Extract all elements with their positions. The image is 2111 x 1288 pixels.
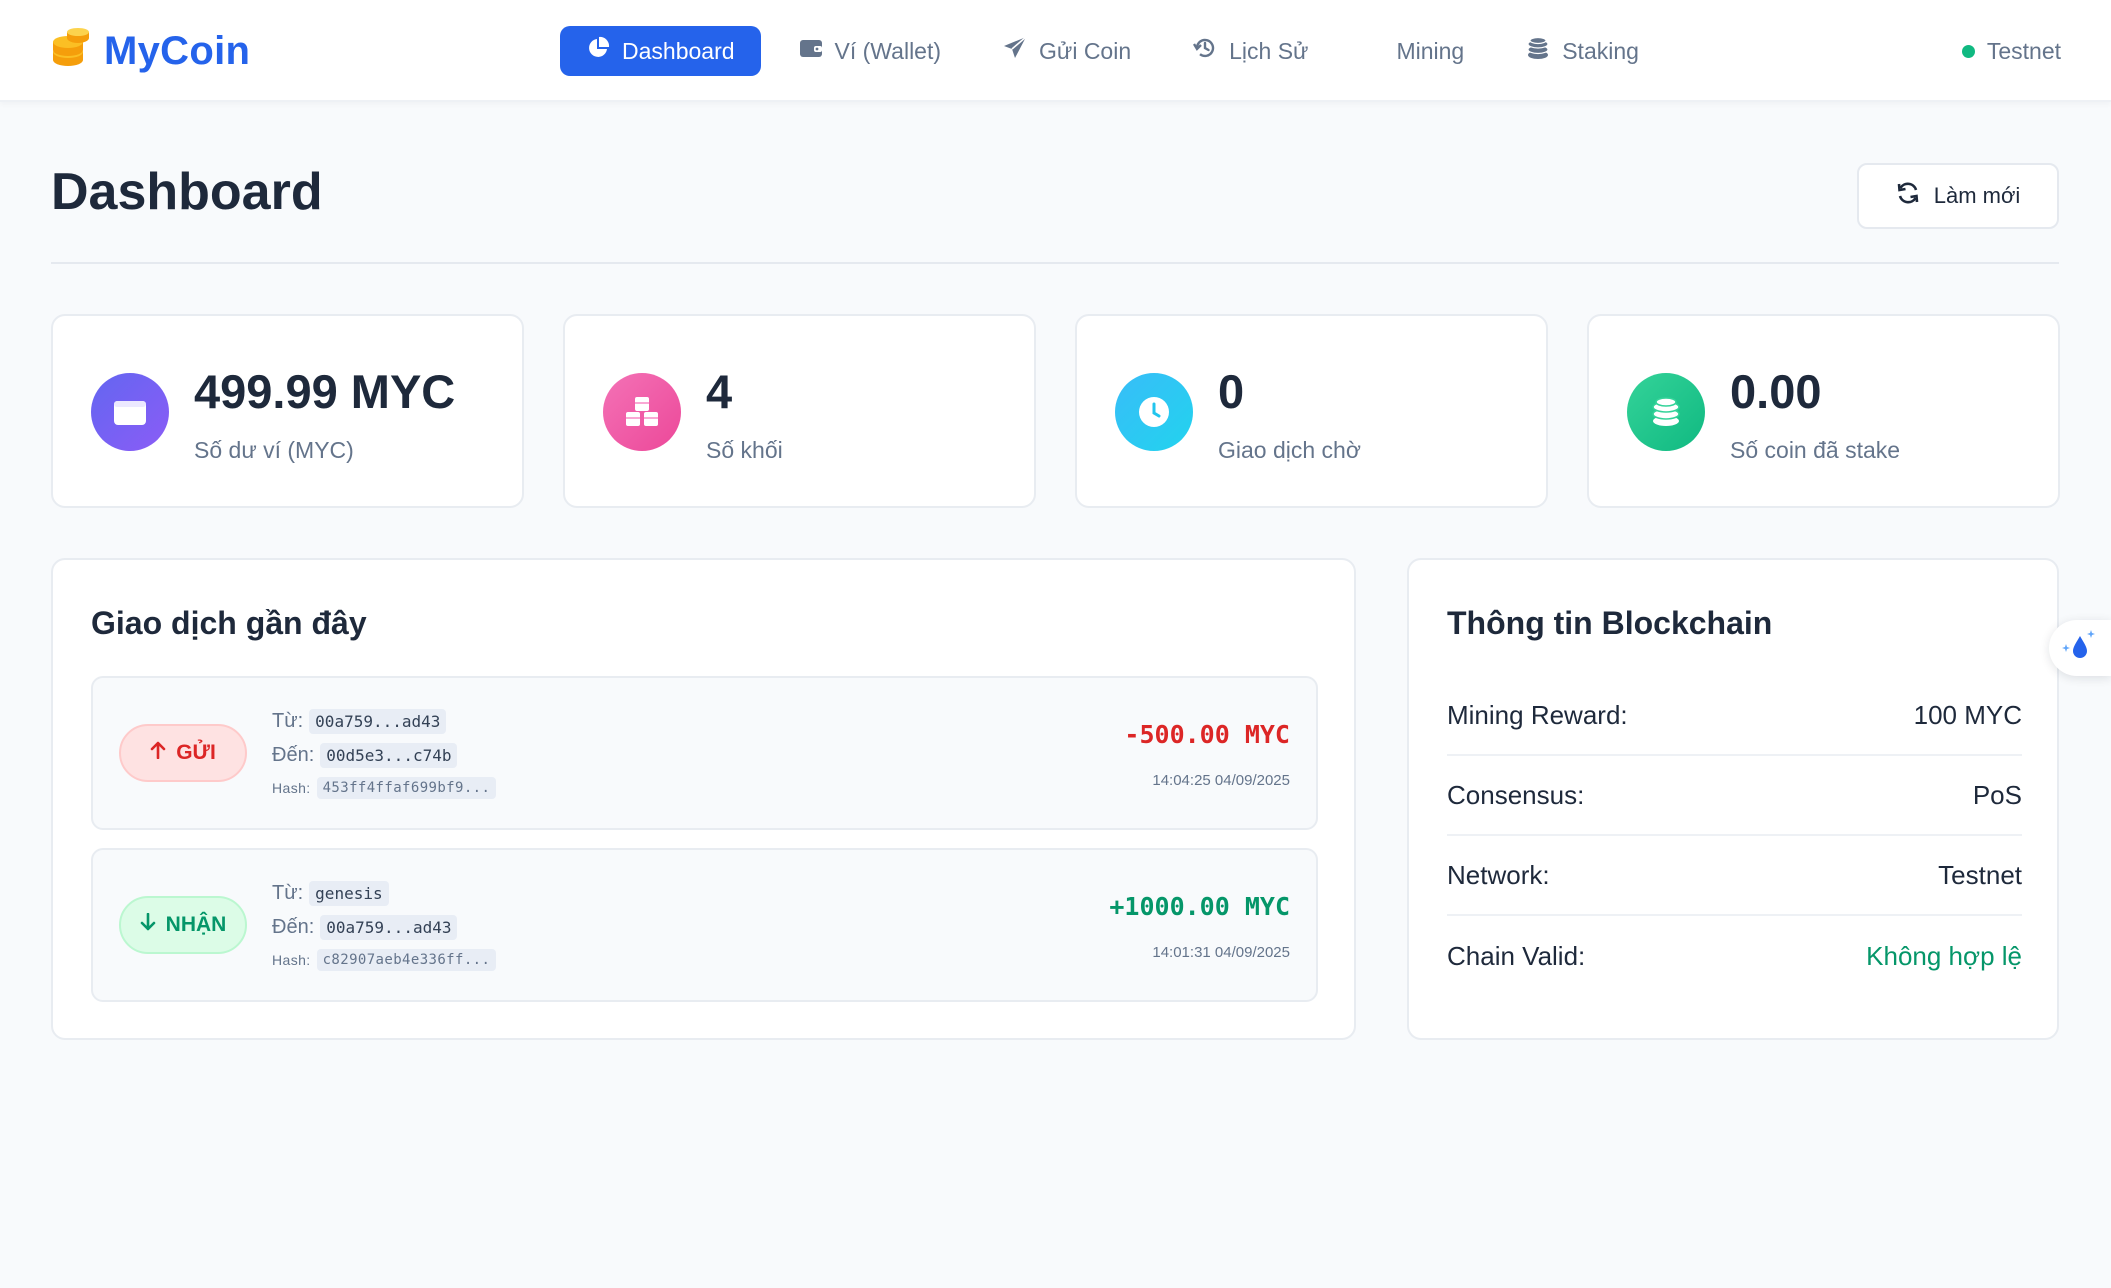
stat-value: 0 — [1218, 365, 1245, 418]
info-value: Testnet — [1938, 859, 2022, 890]
paper-plane-icon — [1003, 36, 1027, 66]
hash-value: c82907aeb4e336ff... — [316, 949, 497, 971]
transaction-item[interactable]: NHẬN Từ: genesis Đến: 00a759...ad43 Hash… — [91, 848, 1318, 1002]
hash-label: Hash: — [272, 780, 311, 796]
tx-amount: +1000.00 MYC — [1109, 892, 1290, 921]
header-divider — [51, 262, 2059, 264]
tx-details: Từ: genesis Đến: 00a759...ad43 Hash: c82… — [272, 876, 497, 976]
cubes-icon — [603, 373, 681, 451]
tx-type-label: NHẬN — [165, 913, 227, 936]
stat-card-staked: 0.00 Số coin đã stake — [1587, 314, 2060, 508]
coins-icon — [50, 27, 92, 75]
to-address: 00a759...ad43 — [320, 914, 458, 940]
info-value: 100 MYC — [1913, 699, 2022, 730]
stat-label: Số coin đã stake — [1730, 437, 1901, 463]
info-value: PoS — [1972, 779, 2022, 810]
top-navbar: MyCoin Dashboard Ví (Wallet) Gửi Coin Lị… — [0, 0, 2111, 102]
brand[interactable]: MyCoin — [50, 27, 251, 75]
brand-name: MyCoin — [104, 28, 251, 73]
to-label: Đến: — [272, 743, 315, 766]
stat-label: Giao dịch chờ — [1218, 437, 1361, 463]
tx-type-label: GỬI — [176, 741, 216, 764]
from-address: genesis — [309, 880, 389, 906]
stat-label: Số dư ví (MYC) — [194, 437, 354, 463]
wallet-icon — [799, 37, 823, 65]
stat-value: 0.00 — [1730, 365, 1822, 418]
from-label: Từ: — [272, 881, 304, 904]
main-nav: Dashboard Ví (Wallet) Gửi Coin Lịch Sử M… — [560, 26, 1675, 76]
tx-timestamp: 14:04:25 04/09/2025 — [1152, 772, 1290, 789]
tx-from: Từ: genesis — [272, 876, 496, 910]
refresh-icon — [1896, 181, 1920, 211]
stat-value: 499.99 MYC — [194, 365, 456, 418]
refresh-button[interactable]: Làm mới — [1857, 163, 2059, 229]
to-address: 00d5e3...c74b — [320, 742, 458, 768]
chart-pie-icon — [586, 36, 610, 66]
nav-item-label: Mining — [1396, 37, 1465, 64]
nav-item-wallet[interactable]: Ví (Wallet) — [773, 26, 968, 76]
tx-from: Từ: 00a759...ad43 — [272, 704, 496, 738]
tx-to: Đến: 00d5e3...c74b — [272, 738, 496, 772]
nav-item-staking[interactable]: Staking — [1500, 26, 1665, 76]
network-label: Testnet — [1986, 37, 2061, 64]
clock-icon — [1115, 373, 1193, 451]
info-label: Chain Valid: — [1447, 940, 1586, 971]
info-row-mining-reward: Mining Reward: 100 MYC — [1447, 676, 2022, 756]
tx-to: Đến: 00a759...ad43 — [272, 910, 496, 944]
droplet-sparkle-icon — [2060, 626, 2100, 671]
stat-label: Số khối — [706, 437, 783, 463]
to-label: Đến: — [272, 915, 315, 938]
nav-item-label: Dashboard — [622, 37, 735, 64]
wallet-icon — [91, 373, 169, 451]
stat-card-pending: 0 Giao dịch chờ — [1075, 314, 1548, 508]
chain-valid-value: Không hợp lệ — [1866, 940, 2022, 971]
floating-extension-button[interactable] — [2049, 620, 2111, 676]
arrow-down-icon — [140, 912, 156, 937]
tx-type-badge: NHẬN — [119, 896, 247, 954]
coins-icon — [1627, 373, 1705, 451]
stat-value: 4 — [706, 365, 733, 418]
nav-item-label: Staking — [1562, 37, 1639, 64]
nav-item-dashboard[interactable]: Dashboard — [560, 26, 761, 76]
nav-item-label: Gửi Coin — [1039, 37, 1132, 64]
recent-transactions-panel: Giao dịch gần đây GỬI Từ: 00a759...ad43 … — [51, 558, 1356, 1040]
info-row-chain-valid: Chain Valid: Không hợp lệ — [1447, 916, 2022, 996]
info-row-consensus: Consensus: PoS — [1447, 756, 2022, 836]
hash-label: Hash: — [272, 952, 311, 968]
nav-item-mining[interactable]: Mining — [1344, 26, 1490, 76]
info-row-network: Network: Testnet — [1447, 836, 2022, 916]
panel-title: Giao dịch gần đây — [91, 605, 367, 641]
tx-hash: Hash: 453ff4ffaf699bf9... — [272, 772, 497, 804]
nav-item-label: Lịch Sử — [1229, 37, 1309, 64]
arrow-up-icon — [150, 741, 166, 765]
tx-type-badge: GỬI — [119, 724, 247, 782]
network-status: Testnet — [1961, 26, 2061, 76]
tx-timestamp: 14:01:31 04/09/2025 — [1152, 944, 1290, 961]
tx-hash: Hash: c82907aeb4e336ff... — [272, 944, 497, 976]
info-label: Network: — [1447, 859, 1550, 890]
hash-value: 453ff4ffaf699bf9... — [316, 777, 497, 799]
info-label: Mining Reward: — [1447, 699, 1628, 730]
status-dot-icon — [1961, 44, 1975, 58]
transaction-item[interactable]: GỬI Từ: 00a759...ad43 Đến: 00d5e3...c74b… — [91, 676, 1318, 830]
from-address: 00a759...ad43 — [309, 708, 447, 734]
nav-item-history[interactable]: Lịch Sử — [1167, 26, 1334, 76]
page-title: Dashboard — [51, 163, 323, 221]
panel-title: Thông tin Blockchain — [1447, 605, 1773, 641]
history-icon — [1193, 36, 1217, 66]
tx-details: Từ: 00a759...ad43 Đến: 00d5e3...c74b Has… — [272, 704, 497, 804]
blockchain-info-panel: Thông tin Blockchain Mining Reward: 100 … — [1407, 558, 2059, 1040]
nav-item-label: Ví (Wallet) — [834, 37, 942, 64]
from-label: Từ: — [272, 709, 304, 732]
stat-card-blocks: 4 Số khối — [563, 314, 1036, 508]
tx-amount: -500.00 MYC — [1124, 720, 1290, 749]
info-label: Consensus: — [1447, 779, 1585, 810]
nav-item-send-coin[interactable]: Gửi Coin — [977, 26, 1157, 76]
stat-card-balance: 499.99 MYC Số dư ví (MYC) — [51, 314, 524, 508]
coins-icon — [1526, 36, 1550, 66]
refresh-label: Làm mới — [1933, 183, 2021, 208]
